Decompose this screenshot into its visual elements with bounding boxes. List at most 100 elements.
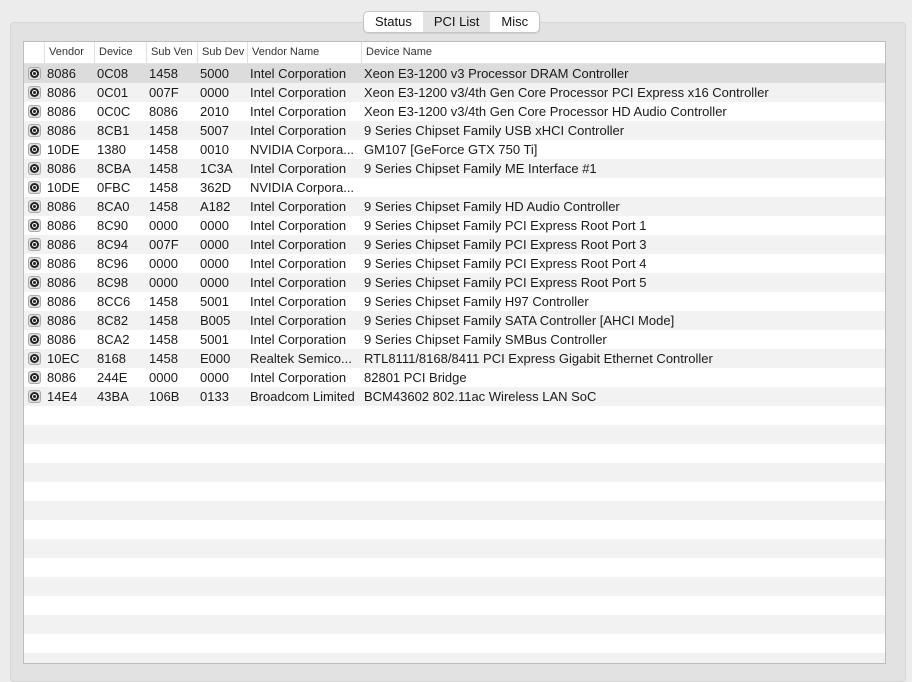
table-row[interactable]: 8086 8C94 007F 0000 Intel Corporation 9 Serie…	[24, 235, 885, 254]
cell-device: 8CA2	[97, 332, 130, 347]
cell-vendor: 8086	[47, 237, 76, 252]
magnifier-icon[interactable]	[24, 140, 44, 159]
magnifier-icon[interactable]	[24, 178, 44, 197]
cell-sub-ven: 1458	[149, 180, 178, 195]
magnifier-icon[interactable]	[24, 64, 44, 83]
column-header-sub-ven[interactable]: Sub Ven	[146, 42, 197, 63]
cell-vendor-name: NVIDIA Corpora...	[250, 180, 355, 195]
cell-device-name: 9 Series Chipset Family PCI Express Root…	[364, 256, 647, 271]
table-row[interactable]: 8086 8CA2 1458 5001 Intel Corporation 9 Serie…	[24, 330, 885, 349]
cell-sub-ven: 1458	[149, 161, 178, 176]
cell-sub-dev: 0010	[200, 142, 229, 157]
cell-vendor: 8086	[47, 332, 76, 347]
table-row[interactable]: 8086 8CA0 1458 A182 Intel Corporation 9 Serie…	[24, 197, 885, 216]
cell-device-name: 9 Series Chipset Family USB xHCI Control…	[364, 123, 625, 138]
cell-device: 8CBA	[97, 161, 131, 176]
cell-sub-dev: B005	[200, 313, 231, 328]
column-header-vendor-name[interactable]: Vendor Name	[247, 42, 361, 63]
cell-vendor-name: Intel Corporation	[250, 370, 347, 385]
magnifier-icon[interactable]	[24, 368, 44, 387]
cell-vendor: 8086	[47, 161, 76, 176]
magnifier-icon[interactable]	[24, 292, 44, 311]
tab-pci-list[interactable]: PCI List	[422, 12, 491, 32]
cell-sub-dev: 5007	[200, 123, 229, 138]
cell-vendor: 8086	[47, 85, 76, 100]
table-row[interactable]: 8086 8CB1 1458 5007 Intel Corporation 9 Serie…	[24, 121, 885, 140]
cell-sub-dev: 0000	[200, 256, 229, 271]
table-row[interactable]: 8086 8C96 0000 0000 Intel Corporation 9 Serie…	[24, 254, 885, 273]
cell-sub-ven: 1458	[149, 66, 178, 81]
column-header-sub-dev[interactable]: Sub Dev	[197, 42, 247, 63]
table-row[interactable]: 8086 8C90 0000 0000 Intel Corporation 9 Serie…	[24, 216, 885, 235]
cell-device: 0C08	[97, 66, 129, 81]
cell-sub-ven: 0000	[149, 370, 178, 385]
cell-sub-dev: 362D	[200, 180, 232, 195]
table-row[interactable]: 8086 0C08 1458 5000 Intel Corporation Xeon E3…	[24, 64, 885, 83]
tab-bar: Status PCI List Misc	[363, 11, 541, 33]
cell-sub-ven: 1458	[149, 351, 178, 366]
cell-vendor: 8086	[47, 294, 76, 309]
magnifier-icon[interactable]	[24, 83, 44, 102]
cell-sub-dev: 5001	[200, 294, 229, 309]
cell-vendor: 8086	[47, 66, 76, 81]
column-header-device-name[interactable]: Device Name	[361, 42, 885, 63]
table-row[interactable]: 8086 0C01 007F 0000 Intel Corporation Xeon E3…	[24, 83, 885, 102]
column-header-vendor[interactable]: Vendor	[44, 42, 94, 63]
magnifier-icon[interactable]	[24, 311, 44, 330]
table-row[interactable]: 14E4 43BA 106B 0133 Broadcom Limited BCM43602…	[24, 387, 885, 406]
cell-sub-dev: 0000	[200, 237, 229, 252]
magnifier-icon[interactable]	[24, 121, 44, 140]
cell-vendor: 8086	[47, 256, 76, 271]
cell-vendor-name: NVIDIA Corpora...	[250, 142, 355, 157]
magnifier-icon[interactable]	[24, 197, 44, 216]
magnifier-icon[interactable]	[24, 235, 44, 254]
magnifier-icon[interactable]	[24, 216, 44, 235]
magnifier-icon[interactable]	[24, 387, 44, 406]
cell-device: 0FBC	[97, 180, 131, 195]
tab-misc[interactable]: Misc	[490, 12, 539, 32]
cell-device-name: 9 Series Chipset Family H97 Controller	[364, 294, 589, 309]
tab-status[interactable]: Status	[364, 12, 423, 32]
cell-device: 8C98	[97, 275, 129, 290]
magnifier-icon[interactable]	[24, 273, 44, 292]
magnifier-icon[interactable]	[24, 102, 44, 121]
cell-sub-dev: 0000	[200, 275, 229, 290]
table-row[interactable]: 10EC 8168 1458 E000 Realtek Semico... RTL8111…	[24, 349, 885, 368]
cell-vendor-name: Intel Corporation	[250, 275, 347, 290]
table-row[interactable]: 8086 8CBA 1458 1C3A Intel Corporation 9 Serie…	[24, 159, 885, 178]
table-row[interactable]: 8086 8C82 1458 B005 Intel Corporation 9 Serie…	[24, 311, 885, 330]
magnifier-icon[interactable]	[24, 159, 44, 178]
table-row[interactable]: 8086 8C98 0000 0000 Intel Corporation 9 Serie…	[24, 273, 885, 292]
cell-sub-dev: 1C3A	[200, 161, 233, 176]
cell-vendor: 8086	[47, 104, 76, 119]
table-row[interactable]: 10DE 0FBC 1458 362D NVIDIA Corpora...	[24, 178, 885, 197]
column-header-device[interactable]: Device	[94, 42, 146, 63]
table-row[interactable]: 8086 244E 0000 0000 Intel Corporation 82801 P…	[24, 368, 885, 387]
column-header-icon[interactable]	[24, 42, 44, 63]
cell-vendor-name: Intel Corporation	[250, 237, 347, 252]
cell-vendor-name: Intel Corporation	[250, 199, 347, 214]
cell-sub-dev: 0000	[200, 370, 229, 385]
table-row[interactable]: 8086 0C0C 8086 2010 Intel Corporation Xeon E3…	[24, 102, 885, 121]
cell-device: 43BA	[97, 389, 129, 404]
cell-sub-ven: 1458	[149, 313, 178, 328]
table-body: 8086 0C08 1458 5000 Intel Corporation Xeon E3…	[24, 64, 885, 406]
cell-device-name: RTL8111/8168/8411 PCI Express Gigabit Et…	[364, 351, 713, 366]
cell-device-name: 9 Series Chipset Family SATA Controller …	[364, 313, 675, 328]
table-row[interactable]: 10DE 1380 1458 0010 NVIDIA Corpora... GM107 […	[24, 140, 885, 159]
cell-vendor-name: Broadcom Limited	[250, 389, 355, 404]
cell-device-name: 9 Series Chipset Family HD Audio Control…	[364, 199, 620, 214]
cell-device-name: Xeon E3-1200 v3/4th Gen Core Processor H…	[364, 104, 727, 119]
magnifier-icon[interactable]	[24, 254, 44, 273]
cell-device-name: 82801 PCI Bridge	[364, 370, 467, 385]
cell-device: 8CB1	[97, 123, 130, 138]
cell-sub-ven: 0000	[149, 275, 178, 290]
pci-table[interactable]: Vendor Device Sub Ven Sub Dev Vendor Nam…	[23, 41, 886, 664]
table-row[interactable]: 8086 8CC6 1458 5001 Intel Corporation 9 Serie…	[24, 292, 885, 311]
cell-device: 8C96	[97, 256, 129, 271]
magnifier-icon[interactable]	[24, 330, 44, 349]
magnifier-icon[interactable]	[24, 349, 44, 368]
cell-device: 8C82	[97, 313, 129, 328]
cell-vendor-name: Intel Corporation	[250, 256, 347, 271]
cell-device-name	[361, 178, 885, 197]
